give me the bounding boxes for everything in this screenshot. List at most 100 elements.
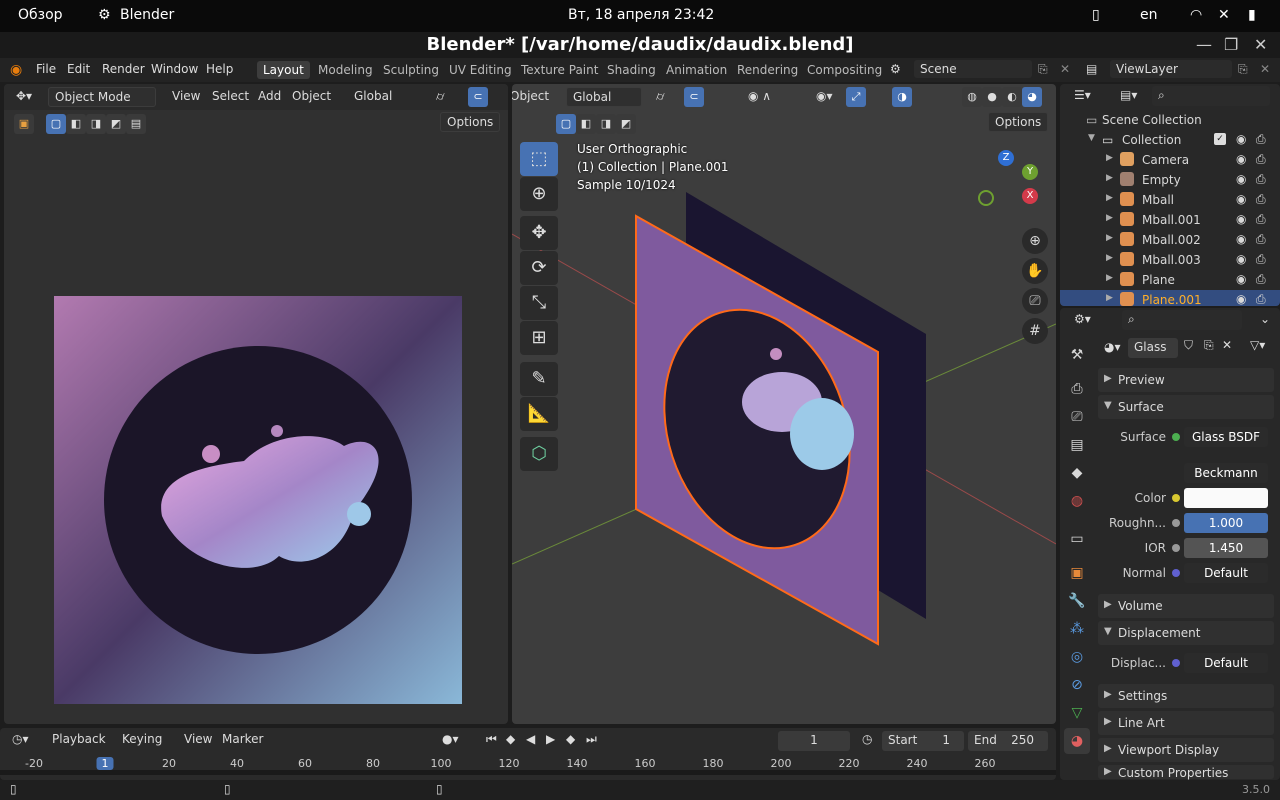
camera-render-icon[interactable]: ⎙ [1256,292,1266,306]
orientation-selector[interactable]: Global [348,87,398,107]
start-frame-field[interactable]: Start 1 [882,731,964,751]
select-box-icon[interactable]: ▣ [14,114,34,134]
play-icon[interactable]: ▶ [540,730,561,750]
camera-render-icon[interactable]: ⎙ [1256,192,1266,207]
settings-panel[interactable]: ▶ Settings [1098,684,1274,708]
wifi-icon[interactable]: ◠ [1190,7,1202,23]
scene-tab-icon[interactable]: ◆ [1064,460,1090,486]
volume-muted-icon[interactable]: ✕ [1218,7,1230,23]
play-reverse-icon[interactable]: ◀ [520,730,541,750]
outliner-row[interactable]: ▶ Mball.001 ◉ ⎙ [1060,210,1280,230]
delete-view-layer-icon[interactable]: ✕ [1260,62,1270,76]
view-layer-selector[interactable]: ViewLayer [1110,60,1232,78]
timeline-editor-type-icon[interactable]: ◷▾ [6,730,35,750]
menu-view-timeline[interactable]: View [178,730,218,750]
shading-solid-icon[interactable]: ● [982,87,1002,107]
tab-modeling[interactable]: Modeling [312,61,379,79]
vp-select-mode-extend-icon[interactable]: ◧ [576,114,596,134]
minimize-button[interactable]: — [1196,35,1212,54]
eye-icon[interactable]: ◉ [1236,192,1246,206]
ortho-grid-icon[interactable]: # [1022,318,1048,344]
shading-material-icon[interactable]: ◐ [1002,87,1022,107]
expand-icon[interactable]: ▶ [1106,233,1113,243]
viewport-display-panel[interactable]: ▶ Viewport Display [1098,738,1274,762]
surface-shader-selector[interactable]: Glass BSDF [1184,427,1268,447]
material-browse-icon[interactable]: ◕▾ [1098,338,1127,358]
menu-add[interactable]: Add [252,87,287,107]
distribution-dropdown[interactable]: Beckmann [1184,463,1268,483]
tab-layout[interactable]: Layout [257,61,310,79]
outliner-row[interactable]: ▶ Mball ◉ ⎙ [1060,190,1280,210]
outliner-search-input[interactable]: ⌕ [1152,86,1270,106]
menu-window[interactable]: Window [151,62,198,76]
normal-row[interactable]: Normal Default [1098,562,1274,584]
view-layer-tab-icon[interactable]: ▤ [1064,432,1090,458]
menu-object-viewport[interactable]: Object [512,87,555,107]
vp-select-mode-subtract-icon[interactable]: ◨ [596,114,616,134]
surface-row[interactable]: Surface Glass BSDF [1098,426,1274,448]
camera-render-icon[interactable]: ⎙ [1256,252,1266,267]
gizmo-y-axis[interactable]: Y [1022,164,1038,180]
zoom-icon[interactable]: ⊕ [1022,228,1048,254]
select-mode-extend-icon[interactable]: ◧ [66,114,86,134]
object-tab-icon[interactable]: ▣ [1064,560,1090,586]
overlay-toggle-icon[interactable]: ◑ [892,87,912,107]
menu-view[interactable]: View [166,87,206,107]
outliner-row[interactable]: ▶ Empty ◉ ⎙ [1060,170,1280,190]
next-keyframe-icon[interactable]: ◆ [560,730,581,750]
custom-properties-panel[interactable]: ▶ Custom Properties [1098,765,1274,780]
menu-object[interactable]: Object [286,87,337,107]
viewport-options-dropdown[interactable]: Options [988,112,1049,132]
normal-input[interactable]: Default [1184,563,1268,583]
activities-button[interactable]: Обзор [18,7,63,23]
expand-icon[interactable]: ▶ [1106,293,1113,303]
eye-icon[interactable]: ◉ [1236,252,1246,266]
eye-icon[interactable]: ◉ [1236,172,1246,186]
expand-icon[interactable]: ▶ [1106,173,1113,183]
display-mode-icon[interactable]: ▤▾ [1114,86,1143,106]
expand-icon[interactable]: ▶ [1106,193,1113,203]
eye-icon[interactable]: ◉ [1236,152,1246,166]
displacement-panel[interactable]: ▼ Displacement [1098,621,1274,645]
editor-type-icon[interactable]: ✥▾ [10,87,38,107]
tab-uv-editing[interactable]: UV Editing [443,61,518,79]
3d-viewport[interactable]: Object Global ⌭ ⊂ ◉ ∧ ◉▾ ⤢ ◑ ◍ ● ◐ ◕ ▢ ◧… [512,84,1056,724]
select-mode-new-icon[interactable]: ▢ [46,114,66,134]
pivot-icon[interactable]: ⌭ [430,87,451,107]
collection-tab-icon[interactable]: ▭ [1064,526,1090,552]
color-swatch[interactable] [1184,488,1268,508]
new-view-layer-icon[interactable]: ⎘ [1238,62,1248,77]
menu-render[interactable]: Render [102,62,145,76]
gizmo-toggle-icon[interactable]: ⤢ [846,87,866,107]
modifier-tab-icon[interactable]: 🔧 [1064,588,1090,614]
rotate-tool-icon[interactable]: ⟳ [520,251,558,285]
expand-icon[interactable]: ▶ [1106,273,1113,283]
data-tab-icon[interactable]: ▽ [1064,700,1090,726]
material-tab-icon[interactable]: ◕ [1064,728,1090,754]
pan-hand-icon[interactable]: ✋ [1022,258,1048,284]
constraints-tab-icon[interactable]: ⊘ [1064,672,1090,698]
expand-icon[interactable]: ▶ [1106,213,1113,223]
end-frame-field[interactable]: End 250 [968,731,1048,751]
options-dropdown[interactable]: Options [440,112,501,132]
tab-animation[interactable]: Animation [660,61,733,79]
displacement-input[interactable]: Default [1184,653,1268,673]
select-box-tool-icon[interactable]: ⬚ [520,142,558,176]
menu-playback[interactable]: Playback [46,730,112,750]
collection-row[interactable]: ▼ ▭ Collection ✓ ◉ ⎙ [1060,130,1280,150]
record-icon[interactable]: ●▾ [436,730,465,750]
mode-selector[interactable]: Object Mode [48,87,156,107]
camera-render-icon[interactable]: ⎙ [1256,272,1266,287]
eye-icon[interactable]: ◉ [1236,212,1246,226]
properties-editor-type-icon[interactable]: ⚙▾ [1068,310,1097,330]
menu-file[interactable]: File [36,62,56,76]
camera-view-icon[interactable]: ⎚ [1022,288,1048,314]
vp-select-mode-invert-icon[interactable]: ◩ [616,114,636,134]
tab-sculpting[interactable]: Sculpting [377,61,445,79]
outliner-editor-type-icon[interactable]: ☰▾ [1068,86,1097,106]
world-tab-icon[interactable]: ◍ [1064,488,1090,514]
camera-render-icon[interactable]: ⎙ [1256,232,1266,247]
keyboard-layout[interactable]: en [1140,7,1158,23]
app-menu[interactable]: Blender [120,7,174,23]
ior-row[interactable]: IOR 1.450 [1098,537,1274,559]
